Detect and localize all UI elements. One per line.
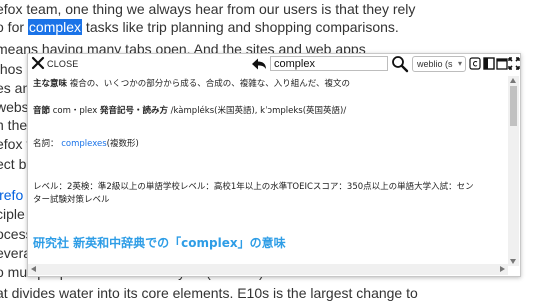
syllable-label: 音節 xyxy=(33,106,51,116)
scroll-left-icon[interactable] xyxy=(31,266,36,272)
noun-row: 名詞： complexes(複数形) xyxy=(33,139,139,150)
pronunciation-row: 音節 com・plex 発音記号・読み方 /kàmpléks(米国英語), kˈ… xyxy=(33,106,346,117)
article-link[interactable]: irefo xyxy=(0,186,23,204)
selected-word[interactable]: complex xyxy=(27,19,83,35)
dictionary-select-value: weblio (s xyxy=(417,59,453,69)
main-meaning-text: 複合の、いくつかの部分から成る、合成の、複雑な、入り組んだ、複文の xyxy=(69,79,350,89)
popup-toolbar: CLOSE complex weblio (s ▾ xyxy=(28,54,520,76)
article-line: at divides water into its core elements.… xyxy=(0,285,418,301)
expand-icon[interactable] xyxy=(508,57,520,70)
pronunciation-text: /kàmpléks(米国英語), kˈɔmpleks(英国英語)/ xyxy=(170,106,347,116)
close-button[interactable]: CLOSE xyxy=(47,59,79,69)
article-line: efox team, one thing we always hear from… xyxy=(0,1,416,17)
pronunciation-label: 発音記号・読み方 xyxy=(99,106,168,116)
main-meaning-label: 主な意味 xyxy=(33,79,68,89)
article-line: thos xyxy=(0,61,23,77)
settings-icon[interactable] xyxy=(469,57,481,70)
syllable-text: com・plex xyxy=(52,106,98,116)
plural-link[interactable]: complexes xyxy=(61,139,106,149)
level-row: レベル：2英検：準2級以上の単語学校レベル：高校1年以上の水準TOEICスコア：… xyxy=(33,182,474,192)
dictionary-select[interactable]: weblio (s ▾ xyxy=(412,56,466,72)
section-heading: 研究社 新英和中辞典での「complex」の意味 xyxy=(33,236,286,250)
definition-content: 主な意味 複合の、いくつかの部分から成る、合成の、複雑な、入り組んだ、複文の 音… xyxy=(28,76,506,262)
noun-label: 名詞： xyxy=(33,139,59,149)
search-icon[interactable] xyxy=(391,55,409,73)
panel-icon[interactable] xyxy=(483,57,495,70)
vertical-scrollbar[interactable] xyxy=(508,76,519,266)
window-icon[interactable] xyxy=(496,57,508,70)
dropdown-arrow-icon: ▾ xyxy=(457,59,462,68)
scroll-thumb[interactable] xyxy=(510,86,517,126)
close-icon[interactable] xyxy=(31,56,45,70)
search-input[interactable]: complex xyxy=(270,56,388,71)
scroll-right-icon[interactable] xyxy=(500,266,505,272)
scroll-up-icon[interactable] xyxy=(510,78,516,83)
article-line: o for complex tasks like trip planning a… xyxy=(0,19,399,35)
noun-suffix: (複数形) xyxy=(106,139,139,149)
horizontal-scrollbar[interactable] xyxy=(28,264,508,275)
main-meaning-row: 主な意味 複合の、いくつかの部分から成る、合成の、複雑な、入り組んだ、複文の xyxy=(33,79,350,90)
dictionary-popup: CLOSE complex weblio (s ▾ 主な意味 複合の、いくつかの… xyxy=(27,53,521,277)
back-arrow-icon[interactable] xyxy=(250,57,268,71)
scroll-down-icon[interactable] xyxy=(510,259,516,264)
level-row-cont: ター試験対策レベル xyxy=(33,195,110,205)
